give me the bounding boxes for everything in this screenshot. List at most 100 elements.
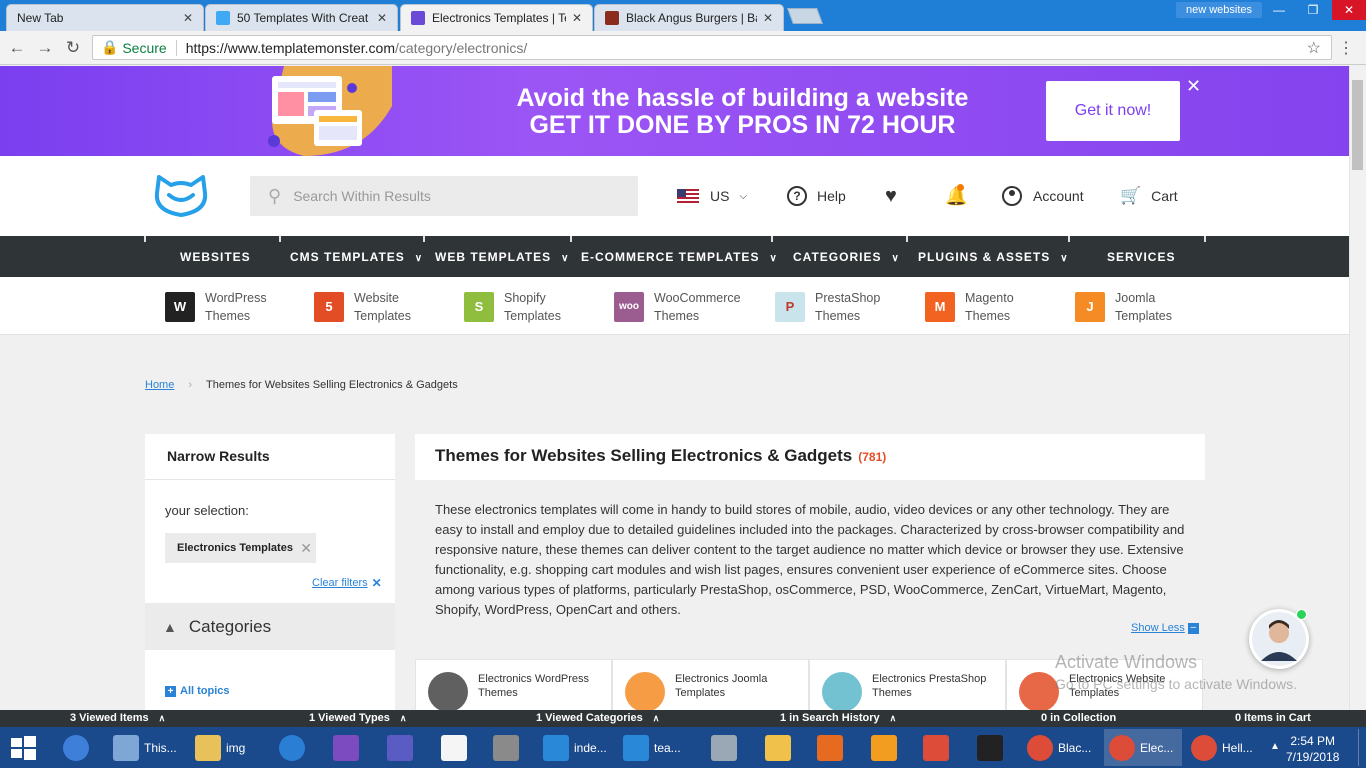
new-tab-button[interactable] — [787, 8, 823, 24]
wishlist-heart-icon[interactable]: ♥ — [885, 185, 897, 207]
taskbar-app[interactable] — [488, 729, 528, 766]
history-bar-item[interactable]: 0 Items in Cart — [1235, 710, 1311, 727]
history-bar-item[interactable]: 1 in Search History ∧ — [780, 710, 896, 727]
help-icon: ? — [787, 186, 807, 206]
tab-close-icon[interactable]: ✕ — [763, 11, 773, 25]
notifications-bell-icon[interactable]: 🔔 — [945, 184, 967, 206]
banner-headline: Avoid the hassle of building a website G… — [500, 85, 985, 139]
taskbar-app[interactable]: inde... — [538, 729, 614, 766]
nav-item[interactable]: CMS TEMPLATES ∨ — [290, 236, 423, 277]
nav-divider — [906, 236, 908, 242]
platform-link[interactable]: W WordPress Themes — [165, 289, 267, 325]
taskbar-app[interactable] — [760, 729, 800, 766]
taskbar-app[interactable]: This... — [108, 729, 184, 766]
selected-filter-chip[interactable]: Electronics Templates ✕ — [165, 533, 316, 563]
taskbar-app[interactable] — [328, 729, 368, 766]
taskbar-app[interactable] — [382, 729, 422, 766]
search-input[interactable]: ⚲ Search Within Results — [250, 176, 638, 216]
windows-start-icon[interactable] — [8, 733, 38, 763]
taskbar-app[interactable] — [436, 729, 476, 766]
taskbar-app[interactable] — [58, 729, 98, 766]
remove-filter-icon[interactable]: ✕ — [300, 540, 312, 557]
taskbar-app[interactable] — [812, 729, 852, 766]
back-arrow-icon[interactable]: ← — [6, 37, 28, 59]
forward-arrow-icon[interactable]: → — [34, 37, 56, 59]
banner-close-icon[interactable]: ✕ — [1186, 76, 1201, 97]
nav-divider — [279, 236, 281, 242]
breadcrumb: Home › Themes for Websites Selling Elect… — [145, 379, 458, 391]
profile-button[interactable]: new websites — [1176, 2, 1262, 18]
tray-chevron-icon[interactable]: ▲ — [1270, 741, 1280, 752]
nav-item[interactable]: WEBSITES — [180, 236, 251, 277]
window-close-button[interactable]: ✕ — [1332, 0, 1366, 20]
tab-favicon-icon — [216, 11, 230, 25]
platform-link[interactable]: S Shopify Templates — [464, 289, 561, 325]
minimize-button[interactable]: — — [1262, 0, 1296, 20]
history-bar-label: 1 Viewed Categories — [536, 712, 643, 724]
browser-tab[interactable]: New Tab ✕ — [6, 4, 204, 31]
taskbar-app[interactable]: img — [190, 729, 268, 766]
subcategory-card[interactable]: Electronics WordPress Themes — [415, 659, 612, 712]
nav-item[interactable]: PLUGINS & ASSETS ∨ — [918, 236, 1069, 277]
platform-link[interactable]: woo WooCommerce Themes — [614, 289, 741, 325]
tab-close-icon[interactable]: ✕ — [183, 11, 193, 25]
taskbar-app[interactable]: tea... — [618, 729, 694, 766]
templatemonster-logo[interactable] — [153, 175, 209, 217]
platform-link[interactable]: 5 Website Templates — [314, 289, 411, 325]
all-topics-link[interactable]: + All topics — [165, 685, 230, 697]
taskbar-app[interactable] — [918, 729, 958, 766]
subcategory-card[interactable]: Electronics Joomla Templates — [612, 659, 809, 712]
tab-close-icon[interactable]: ✕ — [377, 11, 387, 25]
browser-tab[interactable]: Black Angus Burgers | Bac ✕ — [594, 4, 784, 31]
taskbar-app[interactable] — [972, 729, 1012, 766]
taskbar-app[interactable] — [706, 729, 746, 766]
show-desktop-button[interactable] — [1358, 729, 1366, 766]
clear-filters-link[interactable]: Clear filters ✕ — [312, 576, 382, 590]
locale-selector[interactable]: US ⌵ — [677, 186, 747, 206]
taskbar-app[interactable] — [274, 729, 314, 766]
categories-label: Categories — [188, 616, 272, 636]
nav-item-label: SERVICES — [1107, 250, 1176, 264]
maximize-button[interactable]: ❐ — [1296, 0, 1330, 20]
taskbar-app-icon — [977, 734, 1003, 761]
breadcrumb-home[interactable]: Home — [145, 379, 174, 391]
taskbar-app[interactable]: Hell... — [1186, 729, 1264, 766]
get-it-now-button[interactable]: Get it now! — [1046, 81, 1180, 141]
subcategory-card[interactable]: Electronics PrestaShop Themes — [809, 659, 1006, 712]
taskbar-app[interactable]: Elec... — [1104, 729, 1182, 766]
address-bar[interactable]: 🔒 Secure https://www.templatemonster.com… — [92, 35, 1332, 60]
platform-label: Magento Themes — [965, 289, 1014, 325]
history-bar-item[interactable]: 0 in Collection — [1041, 710, 1116, 727]
platform-link[interactable]: M Magento Themes — [925, 289, 1014, 325]
platform-link[interactable]: P PrestaShop Themes — [775, 289, 880, 325]
nav-item[interactable]: E-COMMERCE TEMPLATES ∨ — [581, 236, 778, 277]
platform-link[interactable]: J Joomla Templates — [1075, 289, 1172, 325]
browser-tab[interactable]: 50 Templates With Creat ✕ — [205, 4, 398, 31]
account-label: Account — [1033, 188, 1084, 204]
categories-toggle[interactable]: ▲ Categories — [145, 603, 395, 650]
taskbar-app[interactable] — [866, 729, 906, 766]
nav-item[interactable]: SERVICES — [1107, 236, 1175, 277]
history-bar-label: 3 Viewed Items — [70, 712, 149, 724]
show-less-link[interactable]: Show Less – — [1131, 622, 1199, 634]
nav-item[interactable]: CATEGORIES ∨ — [793, 236, 900, 277]
reload-icon[interactable]: ↻ — [62, 37, 84, 59]
browser-tab[interactable]: Electronics Templates | Te ✕ — [400, 4, 593, 31]
cart-link[interactable]: 🛒 Cart — [1120, 186, 1178, 206]
taskbar-app[interactable]: Blac... — [1022, 729, 1100, 766]
nav-item-label: E-COMMERCE TEMPLATES — [581, 250, 760, 264]
help-link[interactable]: ? Help — [787, 186, 846, 206]
subcategory-label-line-1: Electronics PrestaShop — [872, 673, 987, 685]
history-bar-item[interactable]: 1 Viewed Categories ∧ — [536, 710, 659, 727]
system-clock[interactable]: 2:54 PM 7/19/2018 — [1286, 733, 1339, 765]
history-bar-item[interactable]: 1 Viewed Types ∧ — [309, 710, 407, 727]
history-bar-item[interactable]: 3 Viewed Items ∧ — [70, 710, 165, 727]
account-link[interactable]: Account — [1002, 186, 1084, 206]
bookmark-star-icon[interactable]: ☆ — [1307, 38, 1321, 58]
nav-item[interactable]: WEB TEMPLATES ∨ — [435, 236, 569, 277]
tab-close-icon[interactable]: ✕ — [572, 11, 582, 25]
scrollbar-thumb[interactable] — [1352, 80, 1363, 170]
menu-dots-icon[interactable]: ⋮ — [1338, 38, 1354, 58]
clock-time: 2:54 PM — [1290, 734, 1336, 748]
history-bar-label: 0 in Collection — [1041, 712, 1117, 724]
